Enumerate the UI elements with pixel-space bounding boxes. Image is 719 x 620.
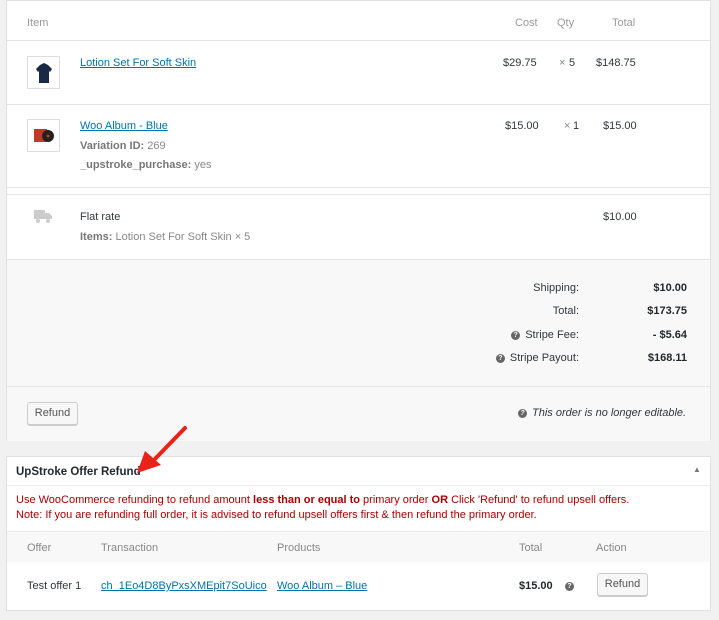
qty-multiplier: × (564, 120, 571, 132)
offer-name: Test offer 1 (27, 580, 82, 592)
stripe-fee-value: - $5.64 (652, 329, 687, 341)
order-items-panel: Item Cost Qty Total Lotion Set For Soft … (6, 0, 711, 441)
collapse-toggle-icon[interactable]: ▲ (693, 465, 701, 474)
line-item: Woo Album - Blue Variation ID: 269 _upst… (7, 105, 710, 187)
stripe-fee-label: ? Stripe Fee: (379, 329, 579, 341)
help-icon: ? (518, 409, 527, 418)
offer-total: $15.00 (519, 580, 553, 592)
help-icon[interactable]: ? (511, 331, 521, 340)
line-item-total: $15.00 (603, 120, 637, 132)
product-link[interactable]: Woo Album – Blue (277, 580, 367, 592)
shipping-total-value: $10.00 (653, 282, 687, 294)
header-item: Item (27, 17, 49, 29)
order-total-label: Total: (552, 305, 579, 317)
stripe-payout-label: ? Stripe Payout: (379, 352, 579, 364)
refund-button[interactable]: Refund (27, 402, 78, 425)
col-products: Products (277, 542, 321, 554)
transaction-link[interactable]: ch_1Eo4D8ByPxsXMEpit7SoUico (101, 580, 267, 592)
shipping-items-value: Lotion Set For Soft Skin × 5 (115, 231, 251, 243)
line-item: Lotion Set For Soft Skin $29.75 × 5 $148… (7, 41, 710, 104)
meta-label: Variation ID: (80, 140, 145, 152)
notice-line-1: Use WooCommerce refunding to refund amou… (16, 494, 630, 506)
line-item-cost: $15.00 (505, 120, 539, 132)
col-offer: Offer (27, 542, 52, 554)
divider (7, 187, 710, 188)
offers-table-header: Offer Transaction Products Total Action (7, 531, 710, 562)
offer-refund-button[interactable]: Refund (597, 573, 648, 596)
album-icon (33, 128, 54, 142)
panel-header[interactable]: UpStroke Offer Refund ▲ (7, 457, 710, 486)
help-icon[interactable]: ? (495, 354, 505, 363)
line-item-qty: 1 (573, 120, 580, 132)
table-row: Test offer 1 ch_1Eo4D8ByPxsXMEpit7SoUico… (7, 563, 710, 610)
arrow-annotation-icon (137, 426, 187, 473)
col-transaction: Transaction (101, 542, 159, 554)
header-total: Total (612, 17, 636, 29)
line-item-qty: 5 (569, 57, 576, 69)
panel-title: UpStroke Offer Refund (16, 466, 141, 478)
shipping-total: $10.00 (603, 211, 637, 223)
col-action: Action (596, 542, 627, 554)
order-total-value: $173.75 (647, 305, 687, 317)
help-icon[interactable]: ? (565, 582, 574, 591)
meta-value: yes (194, 159, 212, 171)
upstroke-offer-refund-panel: UpStroke Offer Refund ▲ Use WooCommerce … (6, 456, 711, 611)
line-item-name-link[interactable]: Woo Album - Blue (80, 120, 168, 132)
header-qty: Qty (557, 17, 575, 29)
hoodie-icon (35, 62, 52, 83)
shipping-items-label: Items: (80, 231, 113, 243)
line-item-total: $148.75 (596, 57, 636, 69)
stripe-payout-value: $168.11 (647, 352, 687, 364)
notice-line-2: Note: If you are refunding full order, i… (16, 509, 537, 521)
product-thumbnail (27, 56, 60, 89)
truck-icon (34, 210, 52, 223)
shipping-line: Flat rate Items: Lotion Set For Soft Ski… (7, 194, 710, 258)
line-item-cost: $29.75 (503, 57, 537, 69)
product-thumbnail (27, 119, 60, 152)
not-editable-note: ? This order is no longer editable. (518, 407, 686, 419)
meta-value: 269 (147, 140, 166, 152)
line-item-name-link[interactable]: Lotion Set For Soft Skin (80, 57, 196, 69)
header-cost: Cost (515, 17, 538, 29)
meta-label: _upstroke_purchase: (80, 159, 192, 171)
shipping-total-label: Shipping: (533, 282, 579, 294)
col-total: Total (519, 542, 543, 554)
divider (7, 386, 710, 387)
qty-multiplier: × (559, 57, 566, 69)
shipping-method-name: Flat rate (80, 211, 121, 223)
